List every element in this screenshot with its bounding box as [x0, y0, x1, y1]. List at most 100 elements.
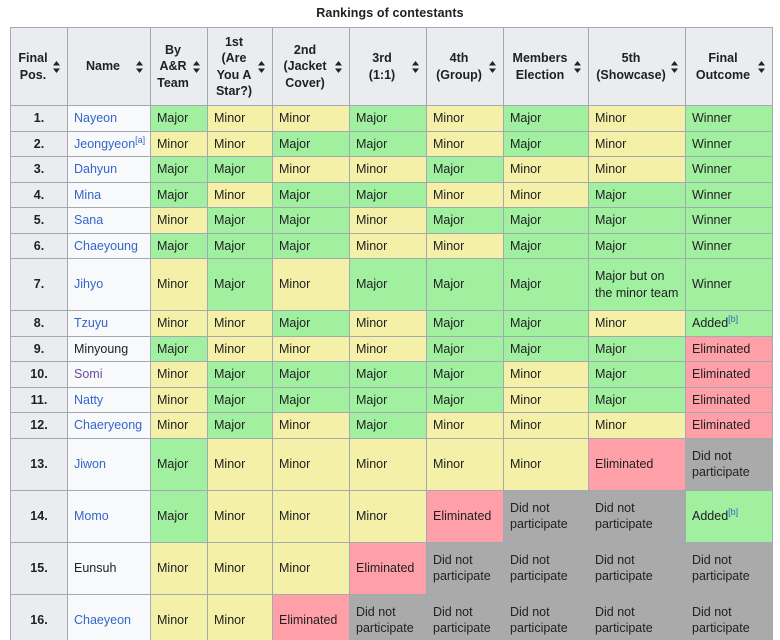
result-cell: Minor [504, 182, 589, 208]
column-header-label: 3rd(1:1) [356, 50, 408, 83]
table-body: 1.NayeonMajorMinorMinorMajorMinorMajorMi… [11, 106, 773, 640]
contestant-name-link[interactable]: Chaeyoung [74, 239, 138, 253]
column-header-final-outcome[interactable]: FinalOutcome [686, 28, 773, 106]
result-cell: Minor [504, 438, 589, 490]
column-header-4th-group[interactable]: 4th(Group) [427, 28, 504, 106]
result-text: Minor [433, 418, 464, 432]
result-text: Minor [433, 457, 464, 471]
footnote-ref[interactable]: [b] [728, 507, 738, 517]
result-cell: Eliminated [589, 438, 686, 490]
result-text: Added [692, 509, 728, 523]
column-header-final-pos[interactable]: FinalPos. [11, 28, 68, 106]
contestant-name-link[interactable]: Jihyo [74, 277, 103, 291]
contestant-name-link[interactable]: Chaeryeong [74, 418, 142, 432]
final-position-cell: 14. [11, 490, 68, 542]
result-cell: Minor [208, 311, 273, 337]
result-text: Did not participate [595, 553, 653, 584]
result-cell: Minor [350, 311, 427, 337]
result-cell: Minor [589, 131, 686, 157]
result-text: Major [433, 316, 464, 330]
result-cell: Eliminated [686, 336, 773, 362]
contestant-name-link[interactable]: Dahyun [74, 162, 117, 176]
result-text: Major [157, 509, 188, 523]
result-text: Did not participate [433, 605, 491, 636]
column-header-3rd-1-1[interactable]: 3rd(1:1) [350, 28, 427, 106]
column-header-name[interactable]: Name [68, 28, 151, 106]
column-header-2nd-jacket-cover[interactable]: 2nd(JacketCover) [273, 28, 350, 106]
result-text: Minor [214, 137, 245, 151]
contestant-name-link[interactable]: Natty [74, 393, 103, 407]
result-text: Major [510, 316, 541, 330]
result-cell: Minor [151, 131, 208, 157]
result-cell: Minor [350, 336, 427, 362]
result-text: Major [595, 213, 626, 227]
result-text: Minor [157, 137, 188, 151]
table-header-row: FinalPos. NameByA&RTeam1st(AreYou AStar?)… [11, 28, 773, 106]
column-header-by-a-r-team[interactable]: ByA&RTeam [151, 28, 208, 106]
result-cell: Major [504, 259, 589, 311]
result-text: Winner [692, 239, 732, 253]
result-cell: Major [589, 208, 686, 234]
result-cell: Major [589, 233, 686, 259]
footnote-ref[interactable]: [a] [135, 134, 145, 144]
footnote-link[interactable]: [b] [728, 507, 738, 517]
contestant-name-link[interactable]: Jeongyeon [74, 137, 135, 151]
result-text: Major [510, 342, 541, 356]
contestant-name-link[interactable]: Tzuyu [74, 316, 108, 330]
column-header-label: MembersElection [510, 50, 570, 83]
result-cell: Minor [427, 106, 504, 132]
footnote-link[interactable]: [b] [728, 314, 738, 324]
result-text: Winner [692, 213, 732, 227]
result-cell: Major [151, 182, 208, 208]
result-text: Major [595, 367, 626, 381]
result-text: Minor [510, 367, 541, 381]
result-cell: Minor [273, 336, 350, 362]
final-position-cell: 2. [11, 131, 68, 157]
result-cell: Major [427, 362, 504, 388]
result-cell: Winner [686, 233, 773, 259]
result-cell: Minor [427, 438, 504, 490]
result-cell: Minor [208, 594, 273, 640]
result-text: Winner [692, 277, 732, 291]
result-text: Major [433, 213, 464, 227]
result-cell: Major [151, 157, 208, 183]
contestant-name-link[interactable]: Jiwon [74, 457, 106, 471]
result-cell: Major [151, 233, 208, 259]
contestant-name-cell: Dahyun [68, 157, 151, 183]
final-position-cell: 7. [11, 259, 68, 311]
result-text: Eliminated [433, 509, 491, 523]
result-cell: Minor [273, 413, 350, 439]
footnote-ref[interactable]: [b] [728, 314, 738, 324]
contestant-name-link[interactable]: Mina [74, 188, 101, 202]
result-cell: Major but on the minor team [589, 259, 686, 311]
result-cell: Major [151, 106, 208, 132]
result-cell: Major [273, 182, 350, 208]
result-text: Major [433, 393, 464, 407]
contestant-name-link[interactable]: Chaeyeon [74, 613, 131, 627]
result-text: Major [157, 188, 188, 202]
result-text: Major [157, 111, 188, 125]
result-text: Did not participate [595, 605, 653, 636]
result-text: Eliminated [692, 342, 750, 356]
result-cell: Minor [151, 208, 208, 234]
result-cell: Major [350, 362, 427, 388]
contestant-name-link[interactable]: Sana [74, 213, 103, 227]
result-cell: Minor [151, 542, 208, 594]
result-cell: Did not participate [686, 594, 773, 640]
column-header-members-election[interactable]: MembersElection [504, 28, 589, 106]
result-cell: Major [504, 106, 589, 132]
contestant-name-link[interactable]: Somi [74, 367, 102, 381]
result-cell: Winner [686, 208, 773, 234]
contestant-name-cell: Momo [68, 490, 151, 542]
result-text: Minor [510, 393, 541, 407]
footnote-link[interactable]: [a] [135, 134, 145, 144]
contestant-name-link[interactable]: Momo [74, 509, 109, 523]
final-position-cell: 13. [11, 438, 68, 490]
column-header-5th-showcase[interactable]: 5th(Showcase) [589, 28, 686, 106]
result-cell: Minor [208, 336, 273, 362]
column-header-label: FinalPos. [17, 50, 49, 83]
result-text: Minor [157, 418, 188, 432]
column-header-1st-are-you-a-star[interactable]: 1st(AreYou AStar?) [208, 28, 273, 106]
contestant-name-link[interactable]: Nayeon [74, 111, 117, 125]
result-cell: Major [350, 413, 427, 439]
